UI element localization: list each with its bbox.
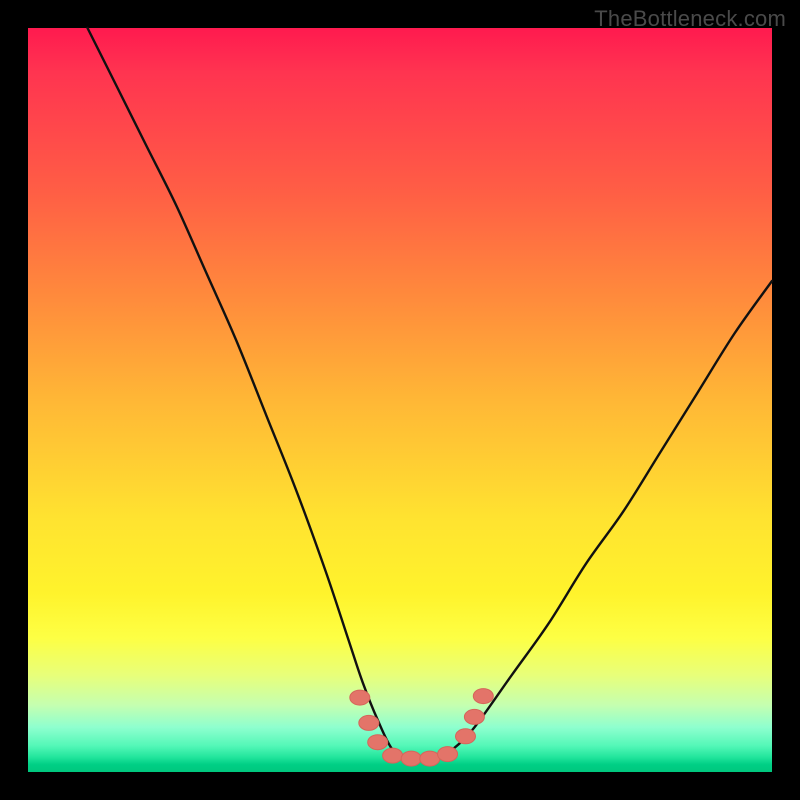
chart-outer-frame: TheBottleneck.com <box>0 0 800 800</box>
bottleneck-curve <box>88 28 773 758</box>
curve-marker <box>368 735 388 750</box>
curve-markers <box>350 689 494 767</box>
curve-marker <box>438 747 458 762</box>
curve-marker <box>464 709 484 724</box>
chart-svg-layer <box>28 28 772 772</box>
curve-marker <box>383 748 403 763</box>
curve-marker <box>456 729 476 744</box>
curve-marker <box>359 715 379 730</box>
curve-marker <box>350 690 370 705</box>
curve-marker <box>473 689 493 704</box>
curve-marker <box>420 751 440 766</box>
curve-marker <box>401 751 421 766</box>
